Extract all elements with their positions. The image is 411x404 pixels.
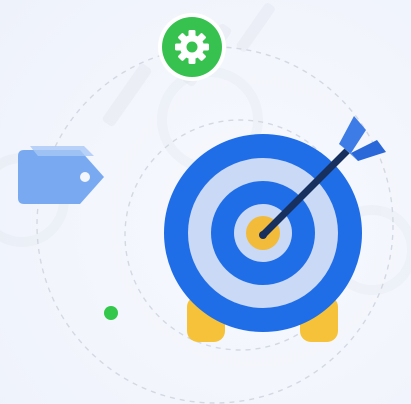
arrow-icon (259, 116, 386, 239)
illustration-canvas (0, 0, 411, 404)
arrow-shaft (259, 144, 354, 239)
